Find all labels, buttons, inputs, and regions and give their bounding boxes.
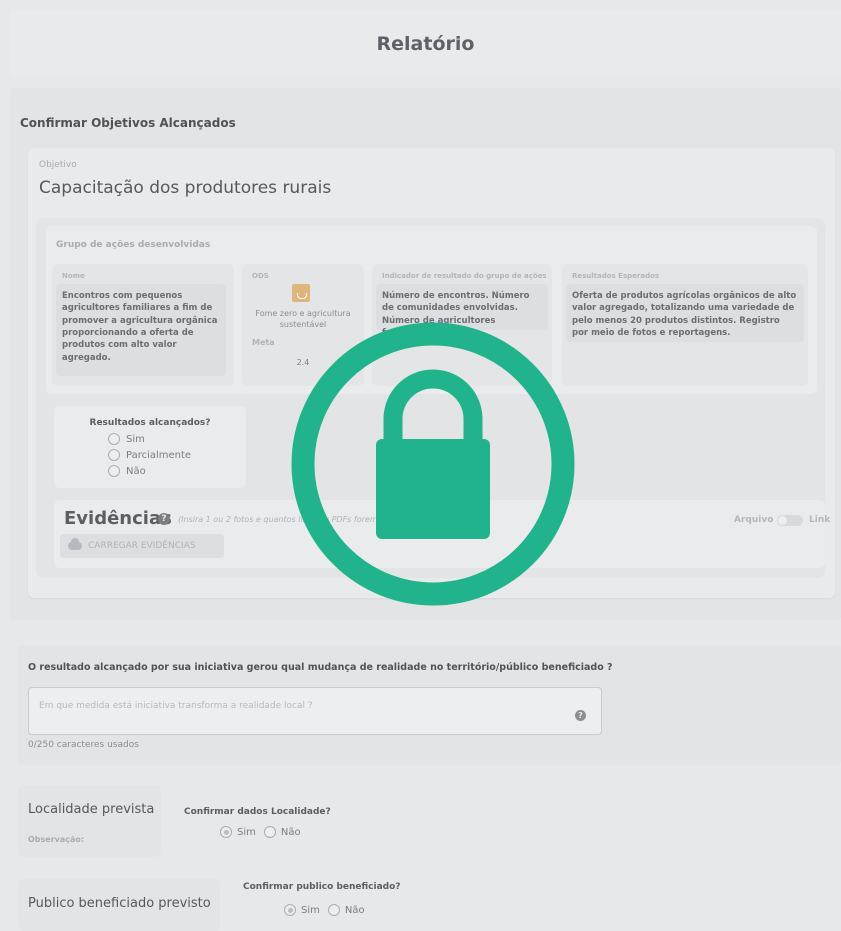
lock-icon xyxy=(291,322,575,606)
radio-option-parcialmente[interactable]: Parcialmente xyxy=(108,449,191,461)
confirm-public-radios: Sim Não xyxy=(284,904,365,916)
page-title: Relatório xyxy=(376,33,475,55)
result-change-question: O resultado alcançado por sua iniciativa… xyxy=(28,662,613,673)
radio-label: Sim xyxy=(237,826,256,838)
objective-label: Objetivo xyxy=(39,160,77,170)
radio-option-nao[interactable]: Não xyxy=(108,465,146,477)
locality-title: Localidade prevista xyxy=(28,802,155,817)
lock-shackle xyxy=(383,369,483,439)
evidence-title: Evidências xyxy=(64,508,172,529)
radio-label: Não xyxy=(280,826,301,838)
public-title: Publico beneficiado previsto xyxy=(28,896,211,911)
upload-evidence-label: CARREGAR EVIDÊNCIAS xyxy=(88,541,196,551)
result-change-textarea[interactable]: Em que medida está iniciativa transforma… xyxy=(28,687,602,735)
meta-label: Meta xyxy=(252,338,275,347)
nome-label: Nome xyxy=(62,272,85,280)
result-change-section: O resultado alcançado por sua iniciativa… xyxy=(18,645,841,765)
action-group-label: Grupo de ações desenvolvidas xyxy=(56,240,211,250)
ods-label: ODS xyxy=(252,272,269,280)
radio-sim-checked[interactable] xyxy=(284,904,296,916)
expected-results-column: Resultados Esperados Oferta de produtos … xyxy=(562,264,808,386)
observation-label: Observação: xyxy=(28,835,85,844)
page-header: Relatório xyxy=(10,10,841,76)
objectives-section-title: Confirmar Objetivos Alcançados xyxy=(20,116,236,130)
toggle-label-arquivo: Arquivo xyxy=(734,515,774,525)
radio-option-sim[interactable]: Sim xyxy=(108,433,145,445)
textarea-placeholder: Em que medida está iniciativa transforma… xyxy=(39,701,313,711)
locality-card: Localidade prevista Observação: xyxy=(18,785,161,857)
radio-button[interactable] xyxy=(108,465,120,477)
sdg-icon xyxy=(292,284,310,302)
radio-label: Sim xyxy=(126,433,145,445)
character-counter: 0/250 caracteres usados xyxy=(28,740,139,750)
expected-results-label: Resultados Esperados xyxy=(572,272,660,280)
results-achieved-title: Resultados alcançados? xyxy=(89,418,211,428)
results-achieved-card: Resultados alcançados? Sim Parcialmente … xyxy=(54,406,246,488)
radio-nao[interactable] xyxy=(327,904,340,916)
nome-value: Encontros com pequenos agricultores fami… xyxy=(56,284,226,376)
toggle-label-link: Link xyxy=(809,515,831,525)
expected-results-value: Oferta de produtos agrícolas orgânicos d… xyxy=(566,284,804,342)
objective-title: Capacitação dos produtores rurais xyxy=(39,178,332,198)
radio-button[interactable] xyxy=(108,433,120,445)
arquivo-link-toggle[interactable] xyxy=(777,515,803,526)
help-icon[interactable]: ? xyxy=(158,513,170,525)
confirm-locality-radios: Sim Não xyxy=(220,826,301,838)
radio-button[interactable] xyxy=(108,449,120,461)
cloud-upload-icon xyxy=(68,538,82,550)
indicator-label: Indicador de resultado do grupo de ações xyxy=(382,272,547,280)
radio-label: Não xyxy=(126,465,146,477)
radio-sim-checked[interactable] xyxy=(220,826,232,838)
lock-body xyxy=(376,439,490,539)
public-card: Publico beneficiado previsto xyxy=(18,879,220,931)
radio-label: Sim xyxy=(301,904,320,916)
radio-nao[interactable] xyxy=(263,826,276,838)
confirm-public-title: Confirmar publico beneficiado? xyxy=(243,882,401,892)
upload-evidence-button[interactable]: CARREGAR EVIDÊNCIAS xyxy=(60,534,224,558)
confirm-locality-title: Confirmar dados Localidade? xyxy=(184,807,331,817)
radio-label: Não xyxy=(344,904,365,916)
nome-column: Nome Encontros com pequenos agricultores… xyxy=(52,264,234,386)
radio-label: Parcialmente xyxy=(126,449,192,461)
help-icon[interactable]: ? xyxy=(575,710,586,721)
